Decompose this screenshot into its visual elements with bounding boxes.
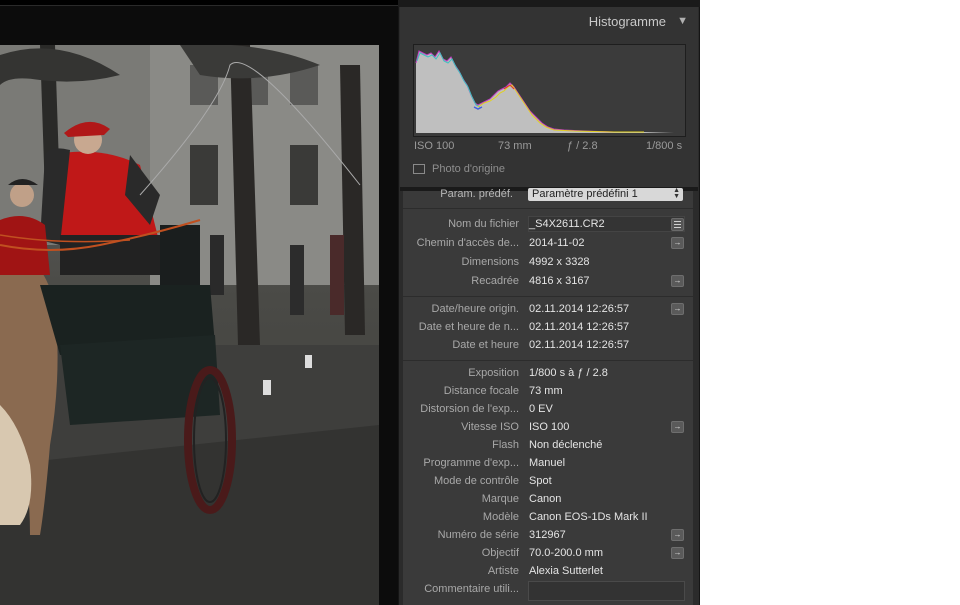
metadata-value: 02.11.2014 12:26:57 [529, 321, 630, 333]
metadata-row: Flash Non déclenché [403, 437, 693, 455]
metadata-value: ISO 100 [529, 421, 570, 433]
top-toolbar-strip [0, 0, 398, 6]
preset-row: Param. prédéf. Paramètre prédéfini 1 ▲ ▼ [403, 187, 693, 203]
metadata-value: 1/800 s à ƒ / 2.8 [529, 367, 608, 379]
arrow-right-icon[interactable]: → [671, 303, 684, 315]
metadata-row: Artiste Alexia Sutterlet [403, 563, 693, 581]
group-divider [403, 296, 693, 297]
metadata-row: Nom du fichier _S4X2611.CR2 [403, 216, 693, 234]
metadata-row: Marque Canon [403, 491, 693, 509]
preset-label: Param. prédéf. [440, 188, 513, 200]
metadata-label: Nom du fichier [448, 218, 519, 230]
metadata-label: Chemin d'accès de... [416, 237, 519, 249]
metadata-row: Chemin d'accès de... 2014-11-02 → [403, 235, 693, 253]
metadata-value: 4992 x 3328 [529, 256, 590, 268]
metadata-value: 2014-11-02 [529, 237, 585, 249]
original-photo-label: Photo d'origine [432, 163, 506, 175]
histogram-iso: ISO 100 [414, 140, 455, 152]
histogram-title: Histogramme [588, 14, 666, 29]
metadata-label: Flash [492, 439, 519, 451]
chevron-updown-icon: ▲ ▼ [673, 187, 680, 200]
metadata-row: Commentaire utili... [403, 581, 693, 601]
metadata-label: Dimensions [461, 256, 519, 268]
metadata-row: Programme d'exp... Manuel [403, 455, 693, 473]
preset-value: Paramètre prédéfini 1 [532, 188, 638, 200]
histogram-header[interactable]: Histogramme ▼ [400, 7, 698, 35]
metadata-row: Mode de contrôle Spot [403, 473, 693, 491]
metadata-row: Distorsion de l'exp... 0 EV [403, 401, 693, 419]
metadata-label: Numéro de série [437, 529, 519, 541]
metadata-label: Recadrée [471, 275, 519, 287]
metadata-row: Date et heure de n... 02.11.2014 12:26:57 [403, 319, 693, 337]
metadata-value: 0 EV [529, 403, 553, 415]
metadata-label: Objectif [481, 547, 519, 559]
triangle-down-icon[interactable]: ▼ [677, 15, 688, 27]
metadata-label: Date/heure origin. [431, 303, 519, 315]
list-icon[interactable] [671, 218, 684, 231]
metadata-label: Programme d'exp... [423, 457, 519, 469]
metadata-label: Marque [481, 493, 519, 505]
metadata-label: Distance focale [443, 385, 519, 397]
arrow-right-icon[interactable]: → [671, 421, 684, 433]
metadata-value: 4816 x 3167 [529, 275, 590, 287]
metadata-row: Vitesse ISO ISO 100 → [403, 419, 693, 437]
histogram-aperture: ƒ / 2.8 [567, 140, 598, 152]
metadata-label: Mode de contrôle [434, 475, 519, 487]
histogram-focal: 73 mm [498, 140, 532, 152]
preset-select[interactable]: Paramètre prédéfini 1 ▲ ▼ [528, 187, 683, 201]
arrow-right-icon[interactable]: → [671, 529, 684, 541]
metadata-label: Commentaire utili... [424, 583, 519, 595]
metadata-row: Distance focale 73 mm [403, 383, 693, 401]
metadata-value: Canon [529, 493, 562, 505]
metadata-value: 70.0-200.0 mm [529, 547, 603, 559]
metadata-value: Alexia Sutterlet [529, 565, 603, 577]
metadata-value: Canon EOS-1Ds Mark II [529, 511, 648, 523]
comment-field[interactable] [528, 581, 685, 601]
metadata-label: Artiste [487, 565, 519, 577]
metadata-value: 312967 [529, 529, 566, 541]
metadata-value: Non déclenché [529, 439, 603, 451]
metadata-label: Modèle [482, 511, 519, 523]
metadata-row: Numéro de série 312967 → [403, 527, 693, 545]
group-divider [403, 208, 693, 209]
metadata-label: Distorsion de l'exp... [420, 403, 519, 415]
metadata-value: Spot [529, 475, 552, 487]
metadata-row: Objectif 70.0-200.0 mm → [403, 545, 693, 563]
histogram-graph[interactable] [413, 44, 686, 137]
metadata-value: _S4X2611.CR2 [529, 218, 605, 230]
metadata-label: Exposition [468, 367, 519, 379]
metadata-label: Vitesse ISO [461, 421, 519, 433]
metadata-label: Date et heure de n... [418, 321, 519, 333]
arrow-right-icon[interactable]: → [671, 275, 684, 287]
metadata-row: Dimensions 4992 x 3328 [403, 254, 693, 272]
metadata-value: 73 mm [529, 385, 563, 397]
photo-preview[interactable] [0, 45, 379, 605]
metadata-value: 02.11.2014 12:26:57 [529, 339, 630, 351]
arrow-right-icon[interactable]: → [671, 547, 684, 559]
panel-top-edge [398, 0, 700, 7]
arrow-right-icon[interactable]: → [671, 237, 684, 249]
metadata-row: Exposition 1/800 s à ƒ / 2.8 [403, 365, 693, 383]
metadata-value: 02.11.2014 12:26:57 [529, 303, 630, 315]
metadata-row: Modèle Canon EOS-1Ds Mark II [403, 509, 693, 527]
original-photo-toggle[interactable]: Photo d'origine [413, 163, 505, 175]
checkbox-icon[interactable] [413, 164, 425, 174]
metadata-label: Date et heure [452, 339, 519, 351]
group-divider [403, 360, 693, 361]
metadata-row: Date et heure 02.11.2014 12:26:57 [403, 337, 693, 355]
histogram-shutter: 1/800 s [646, 140, 683, 152]
metadata-value: Manuel [529, 457, 566, 469]
metadata-row: Recadrée 4816 x 3167 → [403, 273, 693, 291]
metadata-row: Date/heure origin. 02.11.2014 12:26:57 → [403, 301, 693, 319]
